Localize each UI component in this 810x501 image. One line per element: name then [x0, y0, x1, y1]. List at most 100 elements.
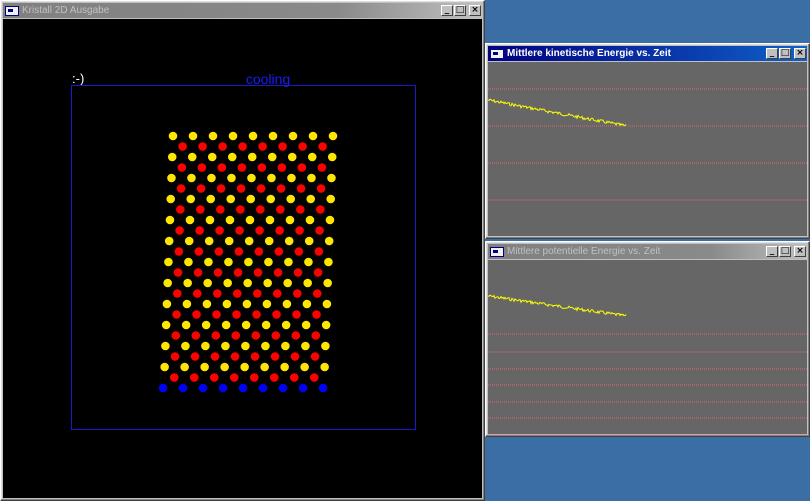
maximize-button[interactable]: □	[779, 246, 791, 257]
particle	[215, 226, 224, 235]
particle	[176, 184, 186, 193]
particle	[326, 194, 336, 204]
particle	[272, 310, 281, 319]
particle	[188, 131, 198, 141]
particle	[213, 268, 223, 277]
particle	[184, 236, 194, 246]
particle	[220, 362, 229, 372]
particle	[187, 152, 197, 162]
particle	[200, 362, 209, 372]
particle	[286, 194, 296, 204]
particle	[304, 257, 313, 267]
particle	[273, 268, 283, 277]
particle	[221, 341, 230, 351]
particle	[280, 362, 289, 372]
kinetic-window-titlebar[interactable]: Mittlere kinetische Energie vs. Zeit _ □…	[488, 46, 807, 61]
base-particle	[298, 383, 308, 393]
particle	[275, 226, 284, 235]
minimize-button[interactable]: _	[766, 246, 778, 257]
particle	[174, 247, 184, 256]
particle	[307, 173, 316, 183]
particle	[261, 320, 271, 330]
base-particle	[318, 383, 328, 393]
energy-trace	[488, 98, 627, 127]
base-particle	[178, 383, 188, 393]
particle-lattice	[158, 131, 338, 393]
close-button[interactable]: ×	[794, 48, 806, 59]
close-button[interactable]: ×	[794, 246, 806, 257]
particle	[325, 215, 335, 225]
particle	[264, 236, 274, 246]
particle	[233, 268, 243, 277]
particle	[236, 205, 245, 214]
particle	[291, 331, 301, 340]
particle	[205, 215, 215, 225]
crystal-window[interactable]: Kristall 2D Ausgabe _ □ × :-) cooling	[0, 0, 485, 501]
particle	[165, 215, 175, 225]
base-particle	[198, 383, 208, 393]
particle	[164, 236, 174, 246]
kinetic-plot-area	[488, 62, 809, 236]
particle	[236, 184, 246, 193]
particle	[276, 205, 285, 214]
app-icon[interactable]	[490, 48, 504, 59]
close-button[interactable]: ×	[469, 5, 481, 16]
particle	[328, 131, 338, 141]
particle	[250, 352, 260, 361]
crystal-window-titlebar[interactable]: Kristall 2D Ausgabe _ □ ×	[3, 3, 482, 18]
particle	[283, 278, 292, 288]
particle	[273, 289, 282, 298]
minimize-button[interactable]: _	[441, 5, 453, 16]
particle	[187, 173, 196, 183]
particle	[171, 331, 181, 340]
particle	[183, 278, 192, 288]
particle	[294, 247, 304, 256]
particle	[213, 289, 222, 298]
particle	[227, 173, 236, 183]
particle	[290, 352, 300, 361]
particle	[198, 142, 207, 151]
particle	[189, 373, 199, 382]
particle	[314, 247, 324, 256]
particle	[284, 236, 294, 246]
maximize-button[interactable]: □	[454, 5, 466, 16]
particle	[267, 173, 276, 183]
particle	[310, 352, 320, 361]
particle	[196, 184, 206, 193]
particle	[224, 236, 234, 246]
particle	[256, 184, 266, 193]
base-particle	[238, 383, 248, 393]
particle	[235, 226, 244, 235]
particle	[316, 184, 326, 193]
minimize-button[interactable]: _	[766, 48, 778, 59]
particle	[163, 278, 172, 288]
app-icon[interactable]	[5, 5, 19, 16]
maximize-button[interactable]: □	[779, 48, 791, 59]
particle	[306, 194, 316, 204]
particle	[237, 163, 247, 172]
particle	[194, 247, 204, 256]
particle	[296, 184, 306, 193]
window-title: Mittlere kinetische Energie vs. Zeit	[507, 48, 671, 59]
potential-plot-area	[488, 260, 809, 436]
particle	[293, 268, 303, 277]
particle	[185, 215, 195, 225]
potential-window-titlebar[interactable]: Mittlere potentielle Energie vs. Zeit _ …	[488, 244, 807, 259]
particle	[227, 152, 237, 162]
particle	[274, 247, 284, 256]
particle	[230, 352, 240, 361]
particle	[217, 163, 227, 172]
potential-plot	[488, 294, 809, 436]
particle	[232, 310, 241, 319]
particle	[302, 299, 312, 309]
particle	[175, 226, 184, 235]
particle	[244, 236, 254, 246]
particle	[260, 362, 269, 372]
particle	[247, 152, 257, 162]
particle	[207, 152, 217, 162]
kinetic-energy-window[interactable]: Mittlere kinetische Energie vs. Zeit _ □…	[485, 43, 810, 239]
potential-energy-window[interactable]: Mittlere potentielle Energie vs. Zeit _ …	[485, 241, 810, 437]
particle	[327, 173, 336, 183]
particle	[195, 226, 204, 235]
app-icon[interactable]	[490, 246, 504, 257]
